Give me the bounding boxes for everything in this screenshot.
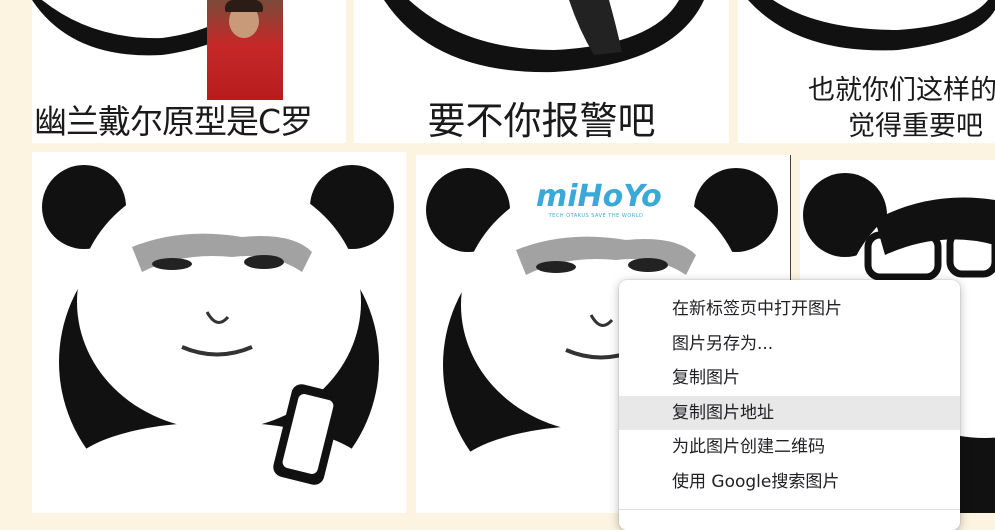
menu-item-search-image-google[interactable]: 使用 Google搜索图片 <box>619 465 960 500</box>
meme-caption-line1: 也就你们这样的 <box>808 75 995 106</box>
menu-separator <box>619 509 960 510</box>
meme-caption-line2: 觉得重要吧 <box>848 111 983 142</box>
menu-item-copy-image[interactable]: 复制图片 <box>619 361 960 396</box>
meme-image-tile[interactable] <box>32 152 406 513</box>
meme-image-tile[interactable]: 要不你报警吧 <box>354 0 729 143</box>
context-menu: 在新标签页中打开图片 图片另存为... 复制图片 复制图片地址 为此图片创建二维… <box>619 280 960 530</box>
menu-item-save-image-as[interactable]: 图片另存为... <box>619 327 960 362</box>
meme-caption: 幽兰戴尔原型是C罗 <box>34 102 313 141</box>
meme-image-tile[interactable]: 幽兰戴尔原型是C罗 <box>32 0 346 143</box>
menu-item-copy-image-address[interactable]: 复制图片地址 <box>619 395 960 430</box>
menu-item-open-image-new-tab[interactable]: 在新标签页中打开图片 <box>619 292 960 327</box>
athlete-photo <box>207 0 283 100</box>
logo-wordmark: miHoYo <box>536 179 662 214</box>
meme-image-tile[interactable]: 也就你们这样的 觉得重要吧 <box>738 0 995 143</box>
panda-meme-image <box>42 165 394 513</box>
mihoyo-logo: miHoYo TECH OTAKUS SAVE THE WORLD <box>536 179 662 220</box>
menu-item-create-qr-code[interactable]: 为此图片创建二维码 <box>619 430 960 465</box>
meme-caption: 要不你报警吧 <box>427 99 656 143</box>
logo-tagline: TECH OTAKUS SAVE THE WORLD <box>548 213 644 219</box>
tile-divider <box>790 155 791 285</box>
